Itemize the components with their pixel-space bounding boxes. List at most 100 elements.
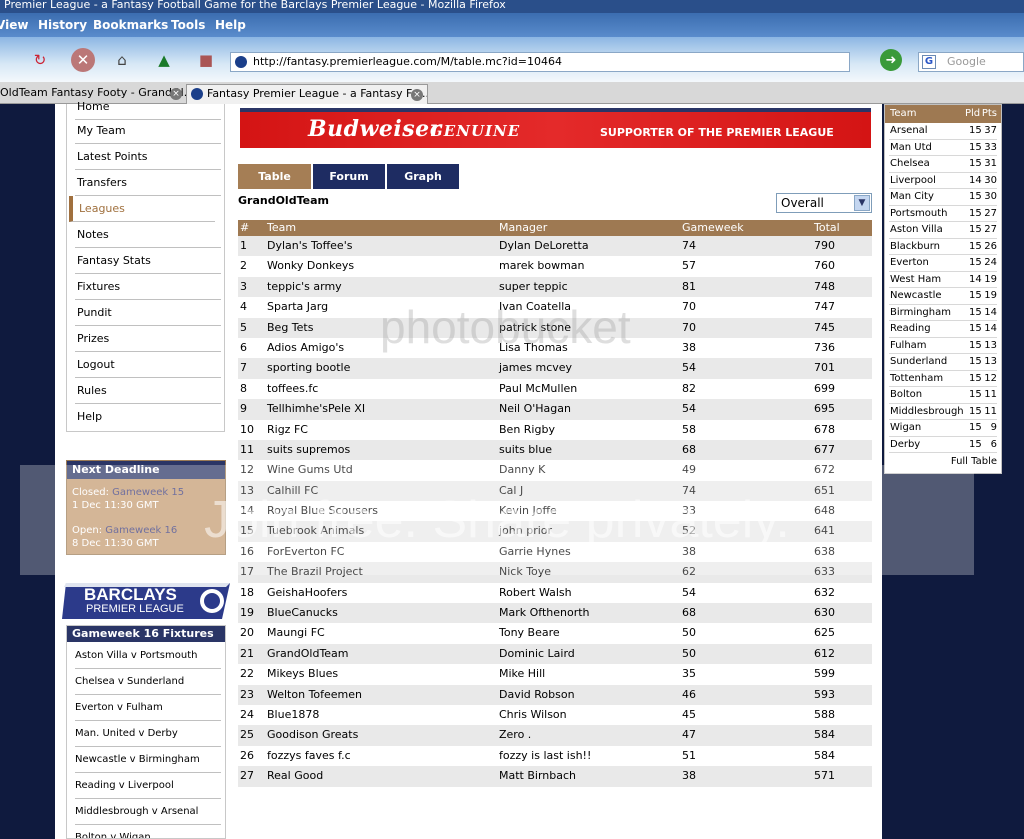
chevron-down-icon[interactable]: ▼ bbox=[854, 195, 870, 211]
nav-fantasy-stats[interactable]: Fantasy Stats bbox=[75, 248, 221, 274]
menu-view[interactable]: View bbox=[0, 18, 28, 32]
go-arrow-icon[interactable]: ➜ bbox=[880, 49, 902, 71]
table-row[interactable]: 9 Tellhimhe'sPele XI Neil O'Hagan 54 695 bbox=[238, 399, 872, 420]
nav-notes[interactable]: Notes bbox=[75, 222, 221, 248]
reload-icon[interactable]: ↻ bbox=[28, 48, 52, 72]
pl-played: 15 bbox=[969, 290, 982, 301]
nav-pundit[interactable]: Pundit bbox=[75, 300, 221, 326]
table-row[interactable]: 11 suits supremos suits blue 68 677 bbox=[238, 439, 872, 461]
row-team[interactable]: Tellhimhe'sPele XI bbox=[267, 399, 365, 419]
row-team[interactable]: Blue1878 bbox=[267, 705, 319, 725]
fixture-item[interactable]: Newcastle v Birmingham bbox=[75, 747, 221, 773]
table-row[interactable]: 13 Calhill FC Cal J 74 651 bbox=[238, 480, 872, 502]
nav-home[interactable]: Home bbox=[75, 94, 221, 120]
table-row[interactable]: 26 fozzys faves f.c fozzy is last ish!! 51 5… bbox=[238, 746, 872, 766]
fixture-item[interactable]: Bolton v Wigan bbox=[75, 825, 221, 838]
row-team[interactable]: Maungi FC bbox=[267, 623, 325, 643]
row-team[interactable]: Wonky Donkeys bbox=[267, 256, 354, 276]
table-row[interactable]: 14 Royal Blue Scousers Kevin Joffe 33 648 bbox=[238, 501, 872, 521]
table-row[interactable]: 24 Blue1878 Chris Wilson 45 588 bbox=[238, 705, 872, 725]
table-row[interactable]: 23 Welton Tofeemen David Robson 46 593 bbox=[238, 684, 872, 705]
fixture-item[interactable]: Middlesbrough v Arsenal bbox=[75, 799, 221, 825]
table-row[interactable]: 18 GeishaHoofers Robert Walsh 54 632 bbox=[238, 583, 872, 603]
table-row[interactable]: 4 Sparta Jarg Ivan Coatella 70 747 bbox=[238, 297, 872, 317]
table-row[interactable]: 21 GrandOldTeam Dominic Laird 50 612 bbox=[238, 643, 872, 665]
row-team[interactable]: Goodison Greats bbox=[267, 725, 358, 745]
fixture-item[interactable]: Man. United v Derby bbox=[75, 721, 221, 747]
table-row[interactable]: 6 Adios Amigo's Lisa Thomas 38 736 bbox=[238, 338, 872, 358]
row-team[interactable]: suits supremos bbox=[267, 440, 350, 460]
tab-graph[interactable]: Graph bbox=[387, 164, 459, 189]
row-team[interactable]: Wine Gums Utd bbox=[267, 460, 353, 480]
nav-leagues[interactable]: Leagues bbox=[69, 196, 215, 222]
table-row[interactable]: 17 The Brazil Project Nick Toye 62 633 bbox=[238, 562, 872, 583]
url-bar[interactable]: http://fantasy.premierleague.com/M/table… bbox=[230, 52, 850, 72]
table-row[interactable]: 27 Real Good Matt Birnbach 38 571 bbox=[238, 766, 872, 787]
nav-help[interactable]: Help bbox=[75, 404, 221, 430]
table-row[interactable]: 15 Tuebrook Animals john prior 52 641 bbox=[238, 521, 872, 542]
table-row[interactable]: 25 Goodison Greats Zero . 47 584 bbox=[238, 725, 872, 746]
menu-history[interactable]: History bbox=[38, 18, 87, 32]
table-row[interactable]: 12 Wine Gums Utd Danny K 49 672 bbox=[238, 460, 872, 480]
close-icon[interactable]: × bbox=[411, 89, 423, 101]
gift-icon[interactable]: ■ bbox=[194, 48, 218, 72]
menu-help[interactable]: Help bbox=[215, 18, 246, 32]
home-icon[interactable]: ⌂ bbox=[110, 48, 134, 72]
tree-icon[interactable]: ▲ bbox=[152, 48, 176, 72]
tab-fantasy-premier-league[interactable]: Fantasy Premier League - a Fantasy Fo...… bbox=[186, 84, 428, 104]
table-row[interactable]: 20 Maungi FC Tony Beare 50 625 bbox=[238, 623, 872, 643]
google-icon[interactable]: G bbox=[922, 55, 936, 69]
table-row[interactable]: 2 Wonky Donkeys marek bowman 57 760 bbox=[238, 256, 872, 276]
row-team[interactable]: Dylan's Toffee's bbox=[267, 236, 352, 256]
nav-rules[interactable]: Rules bbox=[75, 378, 221, 404]
row-team[interactable]: fozzys faves f.c bbox=[267, 746, 351, 766]
row-team[interactable]: ForEverton FC bbox=[267, 542, 344, 562]
row-team[interactable]: toffees.fc bbox=[267, 379, 318, 399]
overall-dropdown[interactable]: Overall ▼ bbox=[776, 193, 872, 213]
tab-table[interactable]: Table bbox=[238, 164, 311, 189]
table-row[interactable]: 10 Rigz FC Ben Rigby 58 678 bbox=[238, 420, 872, 440]
nav-transfers[interactable]: Transfers bbox=[75, 170, 221, 196]
row-team[interactable]: GrandOldTeam bbox=[267, 644, 349, 664]
row-team[interactable]: sporting bootle bbox=[267, 358, 350, 378]
table-row[interactable]: 8 toffees.fc Paul McMullen 82 699 bbox=[238, 379, 872, 399]
menu-bookmarks[interactable]: Bookmarks bbox=[93, 18, 168, 32]
row-team[interactable]: Real Good bbox=[267, 766, 323, 786]
row-team[interactable]: Beg Tets bbox=[267, 318, 313, 338]
barclays-premier-league-logo[interactable]: BARCLAYS PREMIER LEAGUE bbox=[62, 583, 230, 619]
table-row[interactable]: 3 teppic's army super teppic 81 748 bbox=[238, 276, 872, 298]
tab-forum[interactable]: Forum bbox=[313, 164, 385, 189]
row-team[interactable]: teppic's army bbox=[267, 277, 342, 297]
table-row[interactable]: 19 BlueCanucks Mark Ofthenorth 68 630 bbox=[238, 603, 872, 624]
search-input[interactable]: G Google bbox=[918, 52, 1024, 72]
row-team[interactable]: Sparta Jarg bbox=[267, 297, 328, 317]
row-team[interactable]: Calhill FC bbox=[267, 481, 318, 501]
table-row[interactable]: 1 Dylan's Toffee's Dylan DeLoretta 74 790 bbox=[238, 236, 872, 257]
fixture-item[interactable]: Everton v Fulham bbox=[75, 695, 221, 721]
table-row[interactable]: 16 ForEverton FC Garrie Hynes 38 638 bbox=[238, 542, 872, 562]
row-team[interactable]: BlueCanucks bbox=[267, 603, 338, 623]
table-row[interactable]: 7 sporting bootle james mcvey 54 701 bbox=[238, 358, 872, 379]
nav-prizes[interactable]: Prizes bbox=[75, 326, 221, 352]
row-team[interactable]: The Brazil Project bbox=[267, 562, 363, 582]
fixture-item[interactable]: Chelsea v Sunderland bbox=[75, 669, 221, 695]
row-team[interactable]: Mikeys Blues bbox=[267, 664, 338, 684]
full-table-link[interactable]: Full Table bbox=[951, 456, 997, 467]
row-team[interactable]: Rigz FC bbox=[267, 420, 308, 440]
row-team[interactable]: GeishaHoofers bbox=[267, 583, 347, 603]
nav-my-team[interactable]: My Team bbox=[75, 118, 221, 144]
table-row[interactable]: 5 Beg Tets patrick stone 70 745 bbox=[238, 317, 872, 338]
nav-latest-points[interactable]: Latest Points bbox=[75, 144, 221, 170]
nav-fixtures[interactable]: Fixtures bbox=[75, 274, 221, 300]
row-team[interactable]: Tuebrook Animals bbox=[267, 521, 364, 541]
nav-logout[interactable]: Logout bbox=[75, 352, 221, 378]
row-team[interactable]: Adios Amigo's bbox=[267, 338, 344, 358]
budweiser-banner[interactable]: Budweiser GENUINE SUPPORTER OF THE PREMI… bbox=[240, 108, 871, 148]
row-team[interactable]: Royal Blue Scousers bbox=[267, 501, 378, 521]
menu-tools[interactable]: Tools bbox=[171, 18, 205, 32]
row-team[interactable]: Welton Tofeemen bbox=[267, 685, 362, 705]
fixture-item[interactable]: Aston Villa v Portsmouth bbox=[75, 643, 221, 669]
fixture-item[interactable]: Reading v Liverpool bbox=[75, 773, 221, 799]
stop-icon[interactable]: ✕ bbox=[71, 48, 95, 72]
table-row[interactable]: 22 Mikeys Blues Mike Hill 35 599 bbox=[238, 664, 872, 684]
